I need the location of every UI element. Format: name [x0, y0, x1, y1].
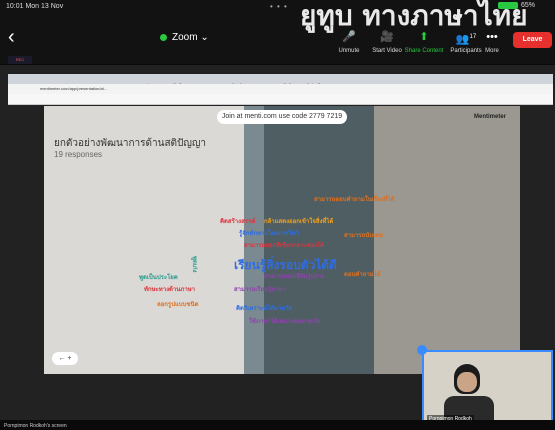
word-cloud-word: สามารถนับเลข	[344, 232, 383, 239]
share-icon: ⬆	[419, 31, 429, 43]
word-cloud-word: พูดเก่ง	[191, 256, 198, 273]
unmute-label: Unmute	[338, 48, 360, 54]
word-cloud-word: พูดเป็นประโยค	[139, 274, 178, 281]
battery-percent: 65%	[521, 2, 536, 9]
participant-video-thumbnail[interactable]: Pornpimon Rodkoh	[422, 350, 553, 426]
mentimeter-slide: Join at menti.com use code 2779 7219 Men…	[44, 106, 520, 374]
share-content-button[interactable]: ⬆ Share Content	[399, 26, 449, 66]
word-cloud-word: ตอบคำถามได้	[344, 271, 381, 278]
word-cloud-word: สามารถตอบคำถามในเรื่องที่ได้	[314, 196, 395, 203]
more-icon: •••	[486, 31, 498, 43]
browser-tab-strip: (3) Facebook ยกตัวอย่างพัฒนา Mentimeter …	[8, 74, 553, 88]
participants-icon-glyph: 👥	[455, 33, 470, 46]
word-cloud-word: คิดวิเคราะห์ได้ตามวัย	[236, 305, 293, 312]
meeting-title[interactable]: Zoom ⌄	[160, 32, 209, 43]
slide-photo-right	[374, 106, 520, 374]
bookmarks-bar	[8, 94, 553, 105]
leave-button[interactable]: Leave	[513, 32, 552, 48]
response-count: 19 responses	[54, 150, 103, 159]
status-time: 10:01 Mon 13 Nov	[6, 3, 64, 10]
word-cloud-word: สามารถเรียนรู้ภาษา	[234, 286, 286, 293]
back-chevron-icon[interactable]: ‹	[8, 26, 15, 49]
share-content-label: Share Content	[404, 48, 444, 54]
word-cloud-word: ใช้ภาษาได้เหมาะสมตามวัย	[249, 318, 320, 325]
screen-owner-label: Pornpimon Rodkoh's screen	[4, 423, 67, 429]
word-cloud-word: สามารถบอกสีกับรูปร่าง	[264, 273, 324, 280]
start-video-label: Start Video	[372, 48, 402, 54]
join-code-banner: Join at menti.com use code 2779 7219	[217, 110, 347, 124]
participant-face	[457, 372, 477, 392]
word-cloud-word: รู้จักทักทายโดยการไหว้	[239, 230, 299, 237]
mentimeter-logo: Mentimeter	[474, 114, 507, 120]
word-cloud-word: กล้าแสดงออกเข้าใจสิ่งที่ได้	[264, 218, 334, 225]
word-cloud-word: คิดสร้างสรรค์	[220, 218, 256, 225]
thumbnail-drag-handle[interactable]	[417, 345, 427, 355]
word-cloud-word: สามารถบอกสีเขียวกลางช่องได้	[244, 242, 325, 249]
more-label: More	[485, 48, 499, 54]
slide-nav-control[interactable]: ← +	[52, 352, 78, 365]
chevron-down-icon: ⌄	[200, 32, 209, 43]
bottom-bar	[0, 420, 555, 430]
word-cloud-word: ทักษะทางด้านภาษา	[144, 286, 196, 293]
url-text[interactable]: mentimeter.com/app/presentation/al…	[40, 86, 108, 91]
slide-title: ยกตัวอย่างพัฒนาการด้านสติปัญญา	[54, 138, 207, 149]
status-dots-icon: • • •	[270, 2, 288, 11]
word-cloud-word: ลอกรูปแบบชนิด	[157, 301, 199, 308]
more-button[interactable]: ••• More	[472, 26, 512, 66]
battery-icon	[498, 2, 518, 9]
meeting-title-label: Zoom	[172, 32, 198, 43]
shield-icon	[160, 33, 167, 41]
recording-badge: REC	[8, 56, 32, 64]
